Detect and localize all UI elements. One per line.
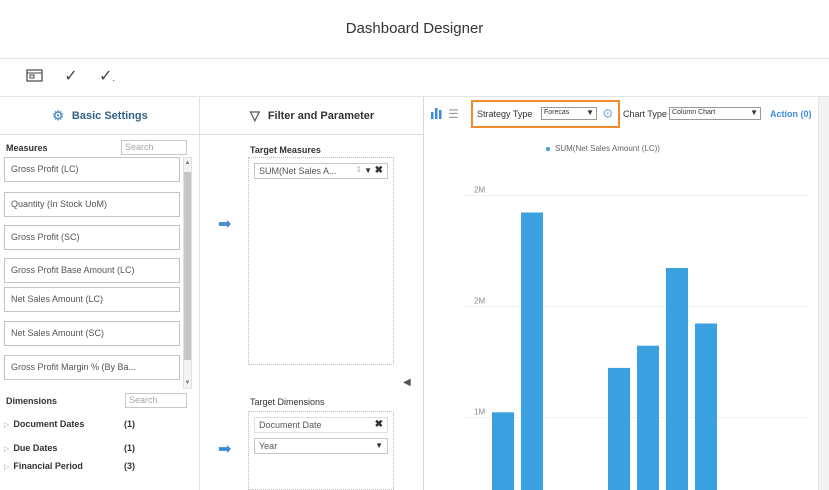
settings-gear-icon[interactable]: ⚙ <box>602 106 614 122</box>
chart-legend[interactable]: SUM(Net Sales Amount (LC)) <box>546 144 660 153</box>
window-title: Dashboard Designer <box>345 20 484 37</box>
target-dimensions-label: Target Dimensions <box>250 397 325 407</box>
chart-bar[interactable] <box>666 268 688 490</box>
measure-item[interactable]: Net Sales Amount (SC) <box>4 321 180 346</box>
tab-basic-settings-label: Basic Settings <box>71 109 148 122</box>
measure-item[interactable]: Net Sales Amount (LC) <box>4 287 180 312</box>
dimensions-label: Dimensions <box>6 396 58 406</box>
measure-item[interactable]: Gross Profit Base Amount (LC) <box>4 258 180 283</box>
chart-type-select[interactable]: Column Chart ▼ <box>669 107 761 120</box>
measure-item[interactable]: Gross Profit (LC) <box>4 157 180 182</box>
open-dialog-icon[interactable] <box>24 67 46 87</box>
caret-down-icon[interactable]: ▼ <box>364 166 372 175</box>
close-icon[interactable]: ✖ <box>375 419 383 430</box>
strategy-type-label: Strategy Type <box>477 109 533 119</box>
target-measures-label: Target Measures <box>250 145 321 155</box>
legend-label: SUM(Net Sales Amount (LC)) <box>555 144 660 153</box>
dimension-group-count: (3) <box>124 461 135 471</box>
caret-down-icon: ▼ <box>586 108 594 117</box>
add-dimension-arrow-icon[interactable]: ➡ <box>218 439 231 459</box>
target-dimensions-dropzone[interactable]: Document Date ✖ Year ▼ <box>248 411 394 490</box>
caret-down-icon: ▼ <box>750 108 758 117</box>
chevron-right-icon: ▷ <box>4 464 10 471</box>
close-icon[interactable]: ✖ <box>375 165 383 176</box>
caret-down-icon: ▼ <box>375 441 383 450</box>
chart-bar[interactable] <box>492 412 514 490</box>
action-link[interactable]: Action (0) <box>770 109 812 119</box>
legend-marker <box>546 146 550 151</box>
bar-chart-icon[interactable] <box>430 107 443 122</box>
target-measures-dropzone[interactable]: SUM(Net Sales A... ⇕ ▼ ✖ <box>248 157 394 365</box>
target-measure-chip[interactable]: SUM(Net Sales A... ⇕ ▼ ✖ <box>254 163 388 179</box>
collapse-panel-icon[interactable]: ◀ <box>403 377 411 388</box>
dimension-level-select[interactable]: Year ▼ <box>254 438 388 454</box>
dimension-group-label: Due Dates <box>13 443 58 453</box>
dimension-group-label: Financial Period <box>13 461 83 471</box>
dimension-group-count: (1) <box>124 419 135 429</box>
filter-icon: ▽ <box>249 107 260 123</box>
dimension-group[interactable]: ▷ Document Dates (1) <box>4 419 194 433</box>
measures-scrollbar[interactable]: ▲ ▼ <box>183 157 192 389</box>
sort-icon[interactable]: ⇕ <box>355 165 362 174</box>
tab-filter-and-parameter[interactable]: ▽ Filter and Parameter <box>200 97 424 135</box>
measures-label: Measures <box>6 143 48 153</box>
add-measure-arrow-icon[interactable]: ➡ <box>218 214 231 234</box>
check-icon[interactable]: ✓ <box>60 67 82 87</box>
dimensions-search-input[interactable]: Search <box>125 393 187 408</box>
dimension-group-label: Document Dates <box>13 419 85 429</box>
y-tick-label: 1M <box>474 408 485 417</box>
chevron-right-icon: ▷ <box>4 422 10 429</box>
chevron-right-icon: ▷ <box>4 446 10 453</box>
chart-type-value: Column Chart <box>672 109 716 116</box>
dimension-group-count: (1) <box>124 443 135 453</box>
toolbar: ✓ ✓. <box>0 59 829 97</box>
strategy-type-select[interactable]: Forecas ▼ <box>541 107 597 120</box>
chart-type-label: Chart Type <box>623 109 667 119</box>
measure-item[interactable]: Gross Profit (SC) <box>4 225 180 250</box>
page-scrollbar[interactable] <box>818 97 829 490</box>
target-measure-chip-label: SUM(Net Sales A... <box>259 166 337 176</box>
filter-parameter-panel: ▽ Filter and Parameter ➡ ➡ Target Measur… <box>200 97 424 490</box>
scroll-up-icon[interactable]: ▲ <box>184 159 191 167</box>
chart-bar[interactable] <box>608 367 630 490</box>
scroll-thumb[interactable] <box>184 172 191 360</box>
target-dimension-chip[interactable]: Document Date ✖ <box>254 417 388 433</box>
dimension-level-value: Year <box>259 441 278 451</box>
strategy-type-value: Forecas <box>544 109 570 116</box>
measure-item[interactable]: Gross Profit Margin % (By Ba... <box>4 355 180 380</box>
basic-settings-panel: ⚙ Basic Settings Measures Search Gross P… <box>0 97 200 490</box>
y-tick-label: 2M <box>474 297 485 306</box>
title-bar: Dashboard Designer <box>0 0 829 59</box>
gear-icon: ⚙ <box>52 107 64 123</box>
dimension-group[interactable]: ▷ Due Dates (1) <box>4 443 194 457</box>
check-all-icon[interactable]: ✓. <box>96 67 118 87</box>
measure-item[interactable]: Quantity (In Stock UoM) <box>4 192 180 217</box>
chart-toolbar: ☰ Strategy Type Forecas ▼ ⚙ Chart Type C… <box>424 97 818 135</box>
list-view-icon[interactable]: ☰ <box>448 107 459 121</box>
chart-bar[interactable] <box>637 345 659 490</box>
measures-search-input[interactable]: Search <box>121 140 187 155</box>
scroll-down-icon[interactable]: ▼ <box>184 379 191 387</box>
chart-bar[interactable] <box>695 323 717 490</box>
chart-preview-panel: ☰ Strategy Type Forecas ▼ ⚙ Chart Type C… <box>424 97 818 490</box>
y-tick-label: 2M <box>474 186 485 195</box>
target-dimension-chip-label: Document Date <box>259 420 322 430</box>
tab-basic-settings[interactable]: ⚙ Basic Settings <box>0 97 200 135</box>
chart-bar[interactable] <box>521 212 543 490</box>
column-chart[interactable]: 2M 2M 1M <box>424 157 818 490</box>
dimension-group[interactable]: ▷ Financial Period (3) <box>4 461 194 475</box>
tab-filter-label: Filter and Parameter <box>267 109 375 122</box>
